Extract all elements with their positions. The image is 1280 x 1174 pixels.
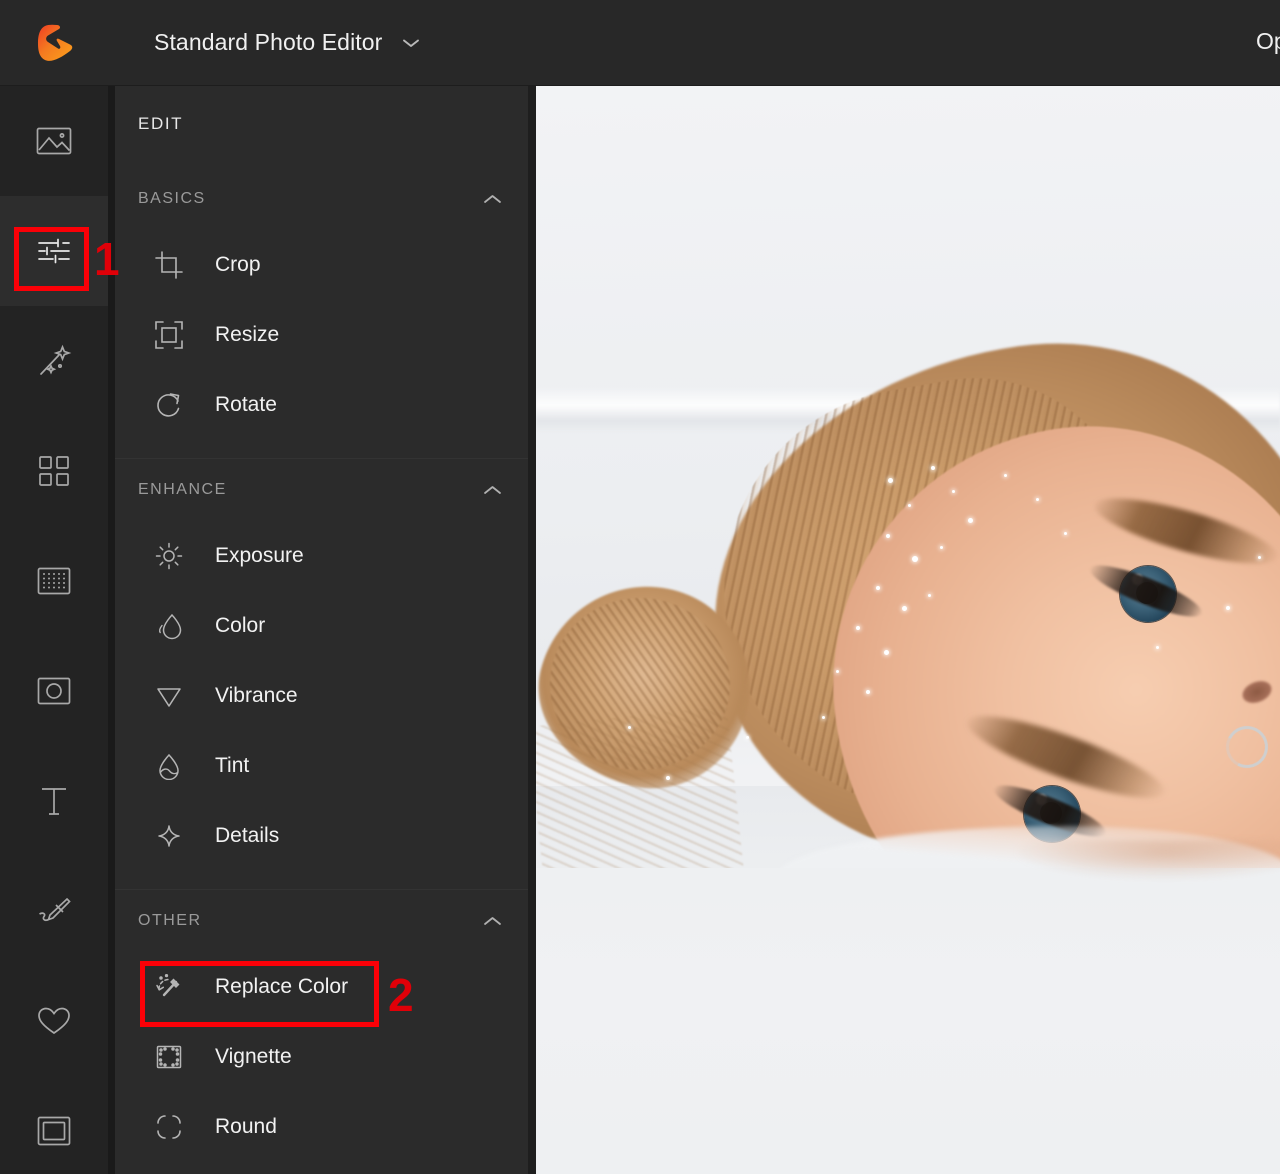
section-other: OTHER Replace Color <box>115 889 528 1162</box>
top-bar: Standard Photo Editor Op <box>0 0 1280 86</box>
menu-label-round: Round <box>215 1115 277 1139</box>
texture-grid-icon <box>37 567 71 595</box>
tool-rail <box>0 86 108 1174</box>
menu-item-round[interactable]: Round <box>115 1092 528 1162</box>
heart-icon <box>37 1006 71 1036</box>
crop-icon <box>152 248 186 282</box>
magic-wand-icon <box>36 344 72 378</box>
section-basics: BASICS Crop <box>115 168 528 458</box>
chevron-up-icon[interactable] <box>483 484 502 496</box>
sidebar-item-focus[interactable] <box>0 636 108 746</box>
edited-photo <box>536 86 1280 1174</box>
menu-item-rotate[interactable]: Rotate <box>115 370 528 440</box>
menu-label-vibrance: Vibrance <box>215 684 298 708</box>
sidebar-item-textures[interactable] <box>0 526 108 636</box>
menu-label-resize: Resize <box>215 323 279 347</box>
chevron-down-icon[interactable] <box>402 37 420 49</box>
app-title-dropdown[interactable]: Standard Photo Editor <box>154 29 420 56</box>
sidebar-item-frames[interactable] <box>0 1076 108 1174</box>
sliders-icon <box>36 236 72 266</box>
menu-label-details: Details <box>215 824 279 848</box>
menu-item-crop[interactable]: Crop <box>115 230 528 300</box>
replace-color-wand-icon <box>152 970 186 1004</box>
round-corners-icon <box>152 1110 186 1144</box>
grid-apps-icon <box>38 455 70 487</box>
section-label-enhance: ENHANCE <box>138 481 227 499</box>
section-enhance: ENHANCE Exposure <box>115 458 528 889</box>
section-header-other[interactable]: OTHER <box>115 890 528 952</box>
page-title: EDIT <box>115 86 528 134</box>
app-title-label: Standard Photo Editor <box>154 29 382 56</box>
sidebar-item-effects[interactable] <box>0 306 108 416</box>
panel-scrollbar[interactable] <box>528 86 536 1174</box>
frame-icon <box>37 1116 71 1146</box>
sidebar-item-draw[interactable] <box>0 856 108 966</box>
menu-item-replace-color[interactable]: Replace Color <box>115 952 528 1022</box>
menu-label-replace-color: Replace Color <box>215 975 348 999</box>
top-bar-actions: Op <box>1240 0 1280 86</box>
menu-item-tint[interactable]: Tint <box>115 731 528 801</box>
logo-c-icon <box>37 23 75 63</box>
sidebar-item-stickers[interactable] <box>0 966 108 1076</box>
section-label-other: OTHER <box>138 912 202 930</box>
chevron-up-icon[interactable] <box>483 915 502 927</box>
rotate-icon <box>152 388 186 422</box>
menu-label-color: Color <box>215 614 265 638</box>
edit-panel: EDIT BASICS Crop <box>115 86 528 1174</box>
section-label-basics: BASICS <box>138 190 206 208</box>
menu-label-exposure: Exposure <box>215 544 304 568</box>
menu-label-vignette: Vignette <box>215 1045 292 1069</box>
sun-icon <box>152 539 186 573</box>
tint-droplet-icon <box>152 749 186 783</box>
text-t-icon <box>39 785 69 817</box>
sidebar-item-adjust[interactable] <box>0 196 108 306</box>
image-icon <box>36 126 72 156</box>
rail-divider <box>108 86 115 1174</box>
menu-label-rotate: Rotate <box>215 393 277 417</box>
aperture-frame-icon <box>37 677 71 705</box>
menu-label-tint: Tint <box>215 754 249 778</box>
chevron-up-icon[interactable] <box>483 193 502 205</box>
menu-item-resize[interactable]: Resize <box>115 300 528 370</box>
eye-upper <box>1102 556 1212 632</box>
open-button[interactable]: Op <box>1256 28 1280 55</box>
menu-item-exposure[interactable]: Exposure <box>115 521 528 591</box>
sidebar-item-overlays[interactable] <box>0 416 108 526</box>
menu-item-details[interactable]: Details <box>115 801 528 871</box>
menu-item-color[interactable]: Color <box>115 591 528 661</box>
droplet-icon <box>152 609 186 643</box>
sparkle-star-icon <box>152 819 186 853</box>
photo-canvas[interactable] <box>536 86 1280 1174</box>
menu-item-vignette[interactable]: Vignette <box>115 1022 528 1092</box>
section-header-basics[interactable]: BASICS <box>115 168 528 230</box>
resize-icon <box>152 318 186 352</box>
vignette-icon <box>152 1040 186 1074</box>
menu-label-crop: Crop <box>215 253 261 277</box>
section-header-enhance[interactable]: ENHANCE <box>115 459 528 521</box>
photo-editor-window: Standard Photo Editor Op <box>0 0 1280 1174</box>
pencil-draw-icon <box>36 896 72 926</box>
triangle-down-icon <box>152 679 186 713</box>
menu-item-vibrance[interactable]: Vibrance <box>115 661 528 731</box>
sidebar-item-text[interactable] <box>0 746 108 856</box>
app-logo[interactable] <box>0 0 112 86</box>
sidebar-item-photos[interactable] <box>0 86 108 196</box>
